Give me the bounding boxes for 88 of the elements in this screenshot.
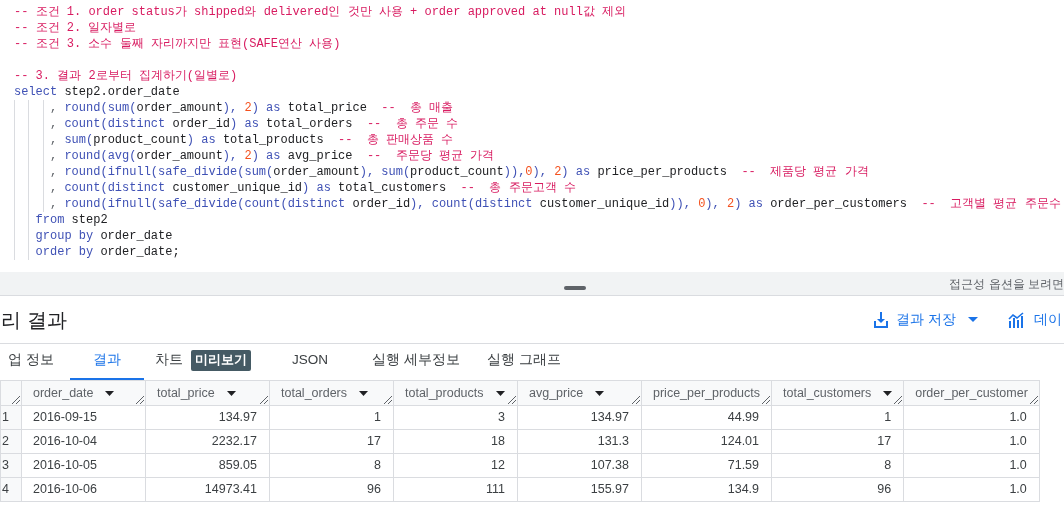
table-cell: 155.97	[517, 477, 642, 502]
tab[interactable]: 실행 그래프	[474, 343, 574, 380]
tab[interactable]: 실행 세부정보	[358, 343, 474, 380]
code-line: group by order_date	[34, 229, 173, 243]
column-header[interactable]: total_price	[145, 380, 270, 406]
tab[interactable]: JSON	[262, 343, 358, 380]
table-cell: 2016-10-04	[21, 429, 146, 454]
code-line: -- 3. 결과 2로부터 집계하기(일별로)	[14, 69, 238, 83]
code-line: order by order_date;	[34, 245, 180, 259]
table-cell: 2016-09-15	[21, 405, 146, 430]
table-cell: 3	[393, 405, 518, 430]
table-cell: 17	[269, 429, 394, 454]
table-cell: 134.97	[517, 405, 642, 430]
explore-data-button[interactable]: 데이	[1008, 309, 1062, 330]
table-cell: 131.3	[517, 429, 642, 454]
table-cell: 44.99	[641, 405, 772, 430]
sort-caret-icon[interactable]	[359, 390, 368, 396]
table-cell: 1.0	[903, 453, 1040, 478]
code-line: , count(distinct order_id) as total_orders -- 총 주문 수	[49, 117, 459, 131]
table-cell: 2016-10-05	[21, 453, 146, 478]
code-line: -- 조건 1. order status가 shipped와 delivered인 것만 사용 + order approved at null값 제외	[14, 5, 627, 19]
code-line: , round(ifnull(safe_divide(count(distinct order_id), count(distinct customer_unique_id)), 0), 2) as order_per_customers -- 고객별 평균 주문수	[49, 197, 1061, 211]
resize-grip-icon	[136, 396, 144, 404]
resize-handle[interactable]	[564, 286, 586, 290]
resize-grip-icon	[894, 396, 903, 404]
table-cell: 8	[771, 453, 904, 478]
table-cell: 14973.41	[145, 477, 270, 502]
column-header[interactable]: avg_price	[517, 380, 642, 406]
code-line: , count(distinct customer_unique_id) as total_customers -- 총 주문고객 수	[49, 181, 576, 195]
table-cell: 8	[269, 453, 394, 478]
code-line: , sum(product_count) as total_products -- 총 판매상품 수	[49, 133, 454, 147]
sort-caret-icon[interactable]	[495, 390, 505, 396]
code-line: -- 조건 2. 일자별로	[14, 21, 137, 35]
table-cell: 1	[269, 405, 394, 430]
code-line: , round(avg(order_amount), 2) as avg_price -- 주문당 평균 가격	[49, 149, 495, 163]
results-title: 리 결과	[1, 307, 67, 333]
table-cell: 2016-10-06	[21, 477, 146, 502]
sort-caret-icon[interactable]	[105, 390, 115, 396]
caret-icon	[968, 317, 978, 322]
table-cell: 1.0	[903, 477, 1040, 502]
resize-grip-icon	[384, 396, 392, 404]
code-line: , round(ifnull(safe_divide(sum(order_amount), sum(product_count)),0), 2) as price_per_products -- 제품당 평균 가격	[49, 165, 869, 179]
tab[interactable]: 차트 미리보기	[144, 343, 262, 380]
column-header[interactable]: price_per_products	[641, 380, 772, 406]
column-header[interactable]: total_products	[393, 380, 518, 406]
sort-caret-icon[interactable]	[883, 390, 893, 396]
column-header[interactable]: order_date	[21, 380, 146, 406]
resize-grip-icon	[12, 396, 20, 404]
preview-badge: 미리보기	[191, 350, 251, 371]
sort-caret-icon[interactable]	[595, 390, 605, 396]
column-header[interactable]: order_per_customer	[903, 380, 1040, 406]
column-header[interactable]: total_customers	[771, 380, 904, 406]
table-cell: 134.97	[145, 405, 270, 430]
table-cell: 12	[393, 453, 518, 478]
table-cell: 859.05	[145, 453, 270, 478]
row-number: 1	[0, 405, 22, 430]
table-cell: 134.9	[641, 477, 772, 502]
resize-grip-icon	[260, 396, 268, 404]
table-cell: 71.59	[641, 453, 772, 478]
code-line: select step2.order_date	[14, 85, 180, 99]
table-cell: 17	[771, 429, 904, 454]
table-cell: 1	[771, 405, 904, 430]
table-cell: 96	[771, 477, 904, 502]
table-cell: 107.38	[517, 453, 642, 478]
table-cell: 18	[393, 429, 518, 454]
resize-grip-icon	[1029, 396, 1038, 404]
sort-caret-icon[interactable]	[226, 390, 236, 396]
tab[interactable]: 업 정보	[0, 343, 70, 380]
table-cell: 124.01	[641, 429, 772, 454]
table-cell: 1.0	[903, 429, 1040, 454]
save-results-button[interactable]: 결과 저장	[874, 309, 978, 330]
row-number: 2	[0, 429, 22, 454]
table-cell: 2232.17	[145, 429, 270, 454]
code-line: , round(sum(order_amount), 2) as total_price -- 총 매출	[49, 101, 454, 115]
table-cell: 1.0	[903, 405, 1040, 430]
code-line: from step2	[34, 213, 108, 227]
table-cell: 111	[393, 477, 518, 502]
resize-grip-icon	[762, 396, 770, 404]
download-icon	[874, 311, 889, 328]
resize-grip-icon	[508, 396, 516, 404]
row-number: 4	[0, 477, 22, 502]
resize-grip-icon	[632, 396, 640, 404]
status-text: 접근성 옵션을 보려면	[949, 275, 1064, 293]
code-line: -- 조건 3. 소수 둘째 자리까지만 표현(SAFE연산 사용)	[14, 37, 341, 51]
column-header[interactable]: total_orders	[269, 380, 394, 406]
table-cell: 96	[269, 477, 394, 502]
row-number: 3	[0, 453, 22, 478]
bar-chart-icon	[1008, 311, 1026, 328]
